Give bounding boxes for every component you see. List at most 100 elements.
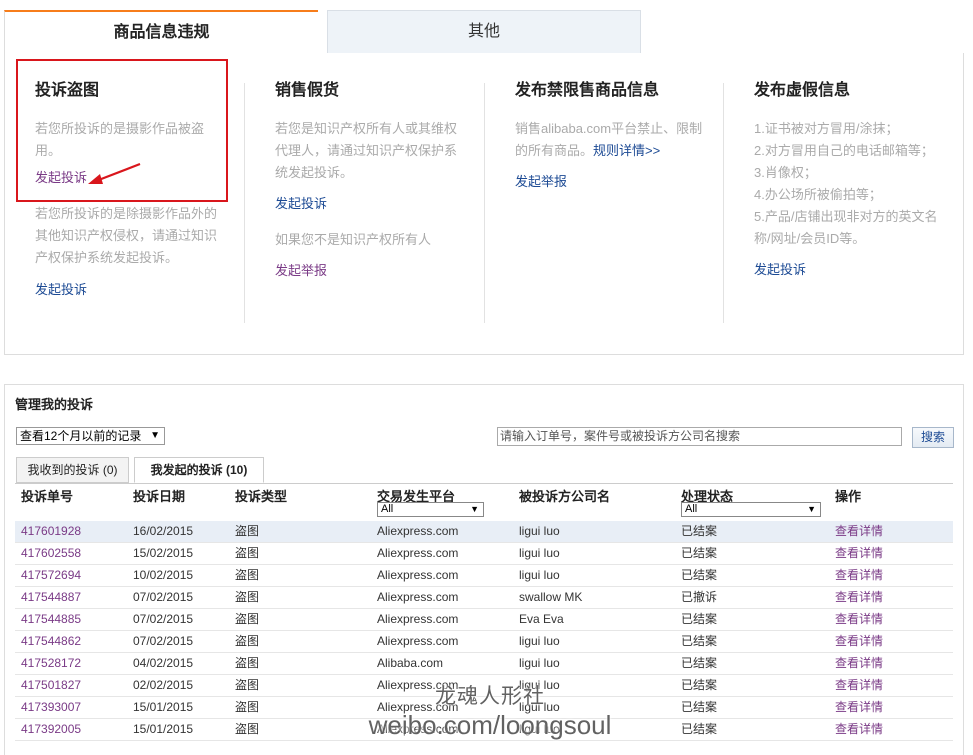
file-complaint-link[interactable]: 发起投诉 xyxy=(754,259,806,278)
complaint-status: 已结案 xyxy=(681,546,718,560)
complaint-date: 10/02/2015 xyxy=(133,568,194,582)
complaint-type: 盗图 xyxy=(235,568,260,582)
status-filter-select[interactable]: All ▼ xyxy=(681,502,821,517)
view-details-link[interactable]: 查看详情 xyxy=(835,719,883,740)
column-divider xyxy=(244,83,245,323)
complaint-platform: Aliexpress.com xyxy=(377,568,459,582)
respondent-company: swallow MK xyxy=(519,590,583,604)
complaint-status: 已结案 xyxy=(681,678,718,692)
complaint-platform: Aliexpress.com xyxy=(377,590,459,604)
complaint-id-link[interactable]: 417501827 xyxy=(21,675,81,696)
complaint-date: 15/01/2015 xyxy=(133,722,194,736)
category-tabs: 商品信息违规 其他 xyxy=(4,10,963,55)
file-complaint-link[interactable]: 发起投诉 xyxy=(275,193,327,212)
complaint-status: 已结案 xyxy=(681,634,718,648)
complaint-type: 盗图 xyxy=(235,612,260,626)
table-row: 417528172 04/02/2015 盗图 Alibaba.com ligu… xyxy=(15,653,953,675)
complaint-platform: Aliexpress.com xyxy=(377,524,459,538)
complaint-platform: Aliexpress.com xyxy=(377,634,459,648)
column-title: 发布虚假信息 xyxy=(754,82,851,99)
tab-product-info-violation[interactable]: 商品信息违规 xyxy=(4,10,318,55)
respondent-company: ligui luo xyxy=(519,634,560,648)
status-filter-value: All xyxy=(685,503,698,515)
view-details-link[interactable]: 查看详情 xyxy=(835,565,883,586)
column-title: 发布禁限售商品信息 xyxy=(515,82,660,99)
complaint-platform: Aliexpress.com xyxy=(377,546,459,560)
dropdown-caret-icon: ▼ xyxy=(470,504,479,514)
complaint-id-link[interactable]: 417528172 xyxy=(21,653,81,674)
false-info-list: 1.证书被对方冒用/涂抹； 2.对方冒用自己的电话邮箱等； 3.肖像权； 4.办… xyxy=(754,118,946,250)
view-details-link[interactable]: 查看详情 xyxy=(835,675,883,696)
complaint-date: 04/02/2015 xyxy=(133,656,194,670)
view-details-link[interactable]: 查看详情 xyxy=(835,609,883,630)
rule-details-link[interactable]: 规则详情>> xyxy=(593,143,660,158)
view-details-link[interactable]: 查看详情 xyxy=(835,587,883,608)
file-report-link[interactable]: 发起举报 xyxy=(275,260,327,279)
complaint-date: 15/01/2015 xyxy=(133,700,194,714)
complaint-status: 已撤诉 xyxy=(681,590,718,604)
complaint-status: 已结案 xyxy=(681,568,718,582)
respondent-company: Eva Eva xyxy=(519,612,564,626)
complaint-id-link[interactable]: 417601928 xyxy=(21,521,81,542)
view-details-link[interactable]: 查看详情 xyxy=(835,543,883,564)
complaint-date: 15/02/2015 xyxy=(133,546,194,560)
view-details-link[interactable]: 查看详情 xyxy=(835,521,883,542)
platform-filter-select[interactable]: All ▼ xyxy=(377,502,484,517)
list-item: 3.肖像权； xyxy=(754,165,817,180)
column-desc: 若您是知识产权所有人或其维权代理人，请通过知识产权保护系统发起投诉。 xyxy=(275,121,458,180)
view-details-link[interactable]: 查看详情 xyxy=(835,697,883,718)
section-title: 管理我的投诉 xyxy=(15,397,94,412)
header-action: 操作 xyxy=(835,489,862,504)
complaint-id-link[interactable]: 417392005 xyxy=(21,719,81,740)
dropdown-caret-icon: ▼ xyxy=(150,430,160,441)
table-header: 投诉单号 投诉日期 投诉类型 交易发生平台 All ▼ 被投诉方公司名 处理状态… xyxy=(15,483,953,521)
search-input[interactable]: 请输入订单号，案件号或被投诉方公司名搜索 xyxy=(497,427,902,446)
complaint-date: 02/02/2015 xyxy=(133,678,194,692)
file-complaint-link-2[interactable]: 发起投诉 xyxy=(35,279,87,298)
table-row: 417544887 07/02/2015 盗图 Aliexpress.com s… xyxy=(15,587,953,609)
respondent-company: ligui luo xyxy=(519,546,560,560)
respondent-company: ligui luo xyxy=(519,722,560,736)
table-row: 417393007 15/01/2015 盗图 Aliexpress.com l… xyxy=(15,697,953,719)
complaint-platform: Aliexpress.com xyxy=(377,678,459,692)
search-button[interactable]: 搜索 xyxy=(912,427,954,448)
complaint-platform: Alibaba.com xyxy=(377,656,444,670)
date-range-select[interactable]: 查看12个月以前的记录 ▼ xyxy=(16,427,165,445)
complaint-id-link[interactable]: 417544862 xyxy=(21,631,81,652)
complaint-id-link[interactable]: 417544885 xyxy=(21,609,81,630)
complaint-type: 盗图 xyxy=(235,634,260,648)
header-complaint-date: 投诉日期 xyxy=(133,489,186,504)
respondent-company: ligui luo xyxy=(519,524,560,538)
complaint-platform: Aliexpress.com xyxy=(377,722,459,736)
complaint-id-link[interactable]: 417602558 xyxy=(21,543,81,564)
respondent-company: ligui luo xyxy=(519,656,560,670)
complaint-id-link[interactable]: 417393007 xyxy=(21,697,81,718)
complaint-type: 盗图 xyxy=(235,700,260,714)
table-row: 417544862 07/02/2015 盗图 Aliexpress.com l… xyxy=(15,631,953,653)
column-desc: 销售alibaba.com平台禁止、限制的所有商品。规则详情>> xyxy=(515,118,703,162)
respondent-company: ligui luo xyxy=(519,678,560,692)
table-row: 417501827 02/02/2015 盗图 Aliexpress.com l… xyxy=(15,675,953,697)
dropdown-caret-icon: ▼ xyxy=(807,504,816,514)
tab-other[interactable]: 其他 xyxy=(327,10,641,54)
complaint-type: 盗图 xyxy=(235,546,260,560)
complaint-status: 已结案 xyxy=(681,700,718,714)
complaint-status: 已结案 xyxy=(681,722,718,736)
view-details-link[interactable]: 查看详情 xyxy=(835,653,883,674)
header-company: 被投诉方公司名 xyxy=(519,489,611,504)
table-row: 417601928 16/02/2015 盗图 Aliexpress.com l… xyxy=(15,521,953,543)
complaint-platform: Aliexpress.com xyxy=(377,700,459,714)
column-desc-2: 如果您不是知识产权所有人 xyxy=(275,232,432,247)
complaint-id-link[interactable]: 417544887 xyxy=(21,587,81,608)
tab-received-complaints[interactable]: 我收到的投诉 (0) xyxy=(16,457,129,483)
table-row: 417544885 07/02/2015 盗图 Aliexpress.com E… xyxy=(15,609,953,631)
tab-filed-complaints[interactable]: 我发起的投诉 (10) xyxy=(134,457,264,483)
file-report-link[interactable]: 发起举报 xyxy=(515,171,567,190)
list-item: 5.产品/店铺出现非对方的英文名称/网址/会员ID等。 xyxy=(754,209,938,246)
complaint-id-link[interactable]: 417572694 xyxy=(21,565,81,586)
list-item: 4.办公场所被偷拍等； xyxy=(754,187,882,202)
column-divider xyxy=(484,83,485,323)
platform-filter-value: All xyxy=(381,503,394,515)
complaint-status: 已结案 xyxy=(681,612,718,626)
view-details-link[interactable]: 查看详情 xyxy=(835,631,883,652)
